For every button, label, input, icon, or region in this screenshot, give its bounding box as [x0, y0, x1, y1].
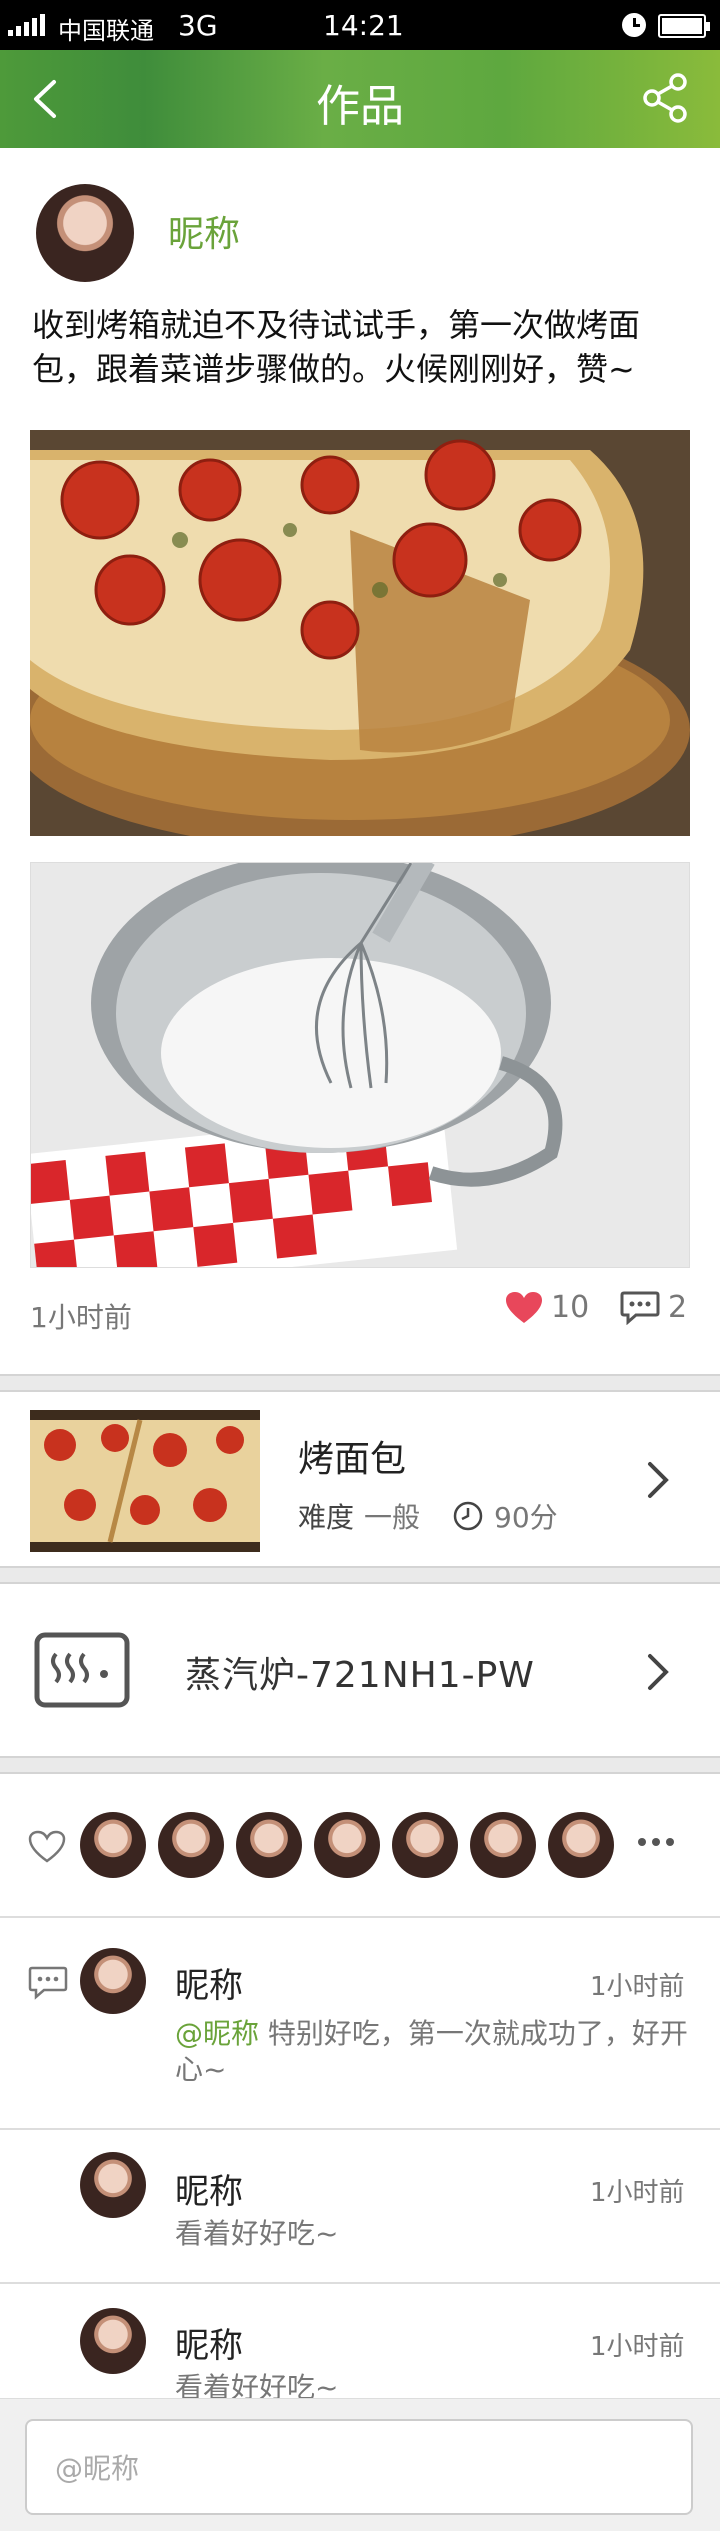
divider: [0, 1916, 720, 1918]
author-avatar[interactable]: [36, 184, 134, 282]
steam-oven-icon: [34, 1632, 130, 1708]
commenter-avatar[interactable]: [80, 1948, 146, 2014]
comment-button[interactable]: 2: [620, 1290, 687, 1325]
comment-bubble-icon: [28, 1966, 68, 2000]
fan-avatar[interactable]: [314, 1812, 380, 1878]
alarm-icon: [622, 13, 646, 37]
difficulty-label: 难度: [298, 1501, 355, 1534]
like-count: 10: [551, 1290, 590, 1325]
like-outline-icon: [28, 1830, 66, 1863]
comment-input-bar: @昵称: [0, 2398, 720, 2531]
mention-link[interactable]: @昵称: [175, 2017, 259, 2050]
fan-avatar[interactable]: [470, 1812, 536, 1878]
divider: [0, 2282, 720, 2284]
commenter-avatar[interactable]: [80, 2308, 146, 2374]
share-icon[interactable]: [640, 72, 690, 124]
recipe-meta: 难度 一般 90分: [298, 1496, 558, 1536]
fan-avatar[interactable]: [392, 1812, 458, 1878]
comment-input[interactable]: @昵称: [25, 2419, 693, 2515]
comment-time: 1小时前: [590, 2332, 685, 2362]
section-divider: [0, 1374, 720, 1392]
whisk-bowl-photo[interactable]: [30, 862, 690, 1268]
section-divider: [0, 1566, 720, 1584]
device-name: 蒸汽炉-721NH1-PW: [185, 1655, 535, 1696]
pizza-photo[interactable]: [30, 430, 690, 836]
fan-avatar[interactable]: [548, 1812, 614, 1878]
author-nickname[interactable]: 昵称: [168, 205, 240, 257]
network-type: 3G: [178, 9, 218, 42]
chevron-right-icon: [648, 1654, 669, 1690]
signal-icon: [8, 14, 45, 36]
section-divider: [0, 1756, 720, 1774]
fan-avatar[interactable]: [236, 1812, 302, 1878]
duration-value: 90分: [494, 1501, 558, 1534]
like-button[interactable]: 10: [505, 1290, 589, 1325]
commenter-avatar[interactable]: [80, 2152, 146, 2218]
recipe-thumbnail: [30, 1410, 260, 1552]
comment-text: @昵称 特别好吃，第一次就成功了，好开心~: [175, 2016, 695, 2088]
chevron-right-icon: [648, 1462, 669, 1498]
nav-bar: 作品: [0, 50, 720, 148]
more-dots-icon[interactable]: [638, 1838, 674, 1846]
comment-time: 1小时前: [590, 1972, 685, 2002]
clock-icon: [453, 1501, 483, 1531]
comment-bubble-icon: [620, 1291, 660, 1325]
commenter-name[interactable]: 昵称: [175, 2318, 243, 2367]
recipe-name: 烤面包: [298, 1439, 407, 1480]
difficulty-value: 一般: [364, 1501, 421, 1534]
battery-icon: [658, 14, 710, 38]
page-title: 作品: [316, 81, 404, 132]
comment-count: 2: [668, 1290, 688, 1325]
commenter-name[interactable]: 昵称: [175, 1958, 243, 2007]
status-time: 14:21: [323, 9, 404, 42]
commenter-name[interactable]: 昵称: [175, 2164, 243, 2213]
post-time: 1小时前: [30, 1301, 132, 1334]
comment-time: 1小时前: [590, 2178, 685, 2208]
comment-text: 看着好好吃~: [175, 2217, 339, 2250]
heart-icon: [506, 1291, 542, 1323]
fan-avatar[interactable]: [158, 1812, 224, 1878]
carrier-name: 中国联通: [58, 17, 154, 45]
status-bar: 中国联通 3G 14:21: [0, 0, 720, 50]
post-text: 收到烤箱就迫不及待试试手，第一次做烤面包，跟着菜谱步骤做的。火候刚刚好，赞~: [32, 306, 641, 388]
divider: [0, 2128, 720, 2130]
fan-avatar[interactable]: [80, 1812, 146, 1878]
